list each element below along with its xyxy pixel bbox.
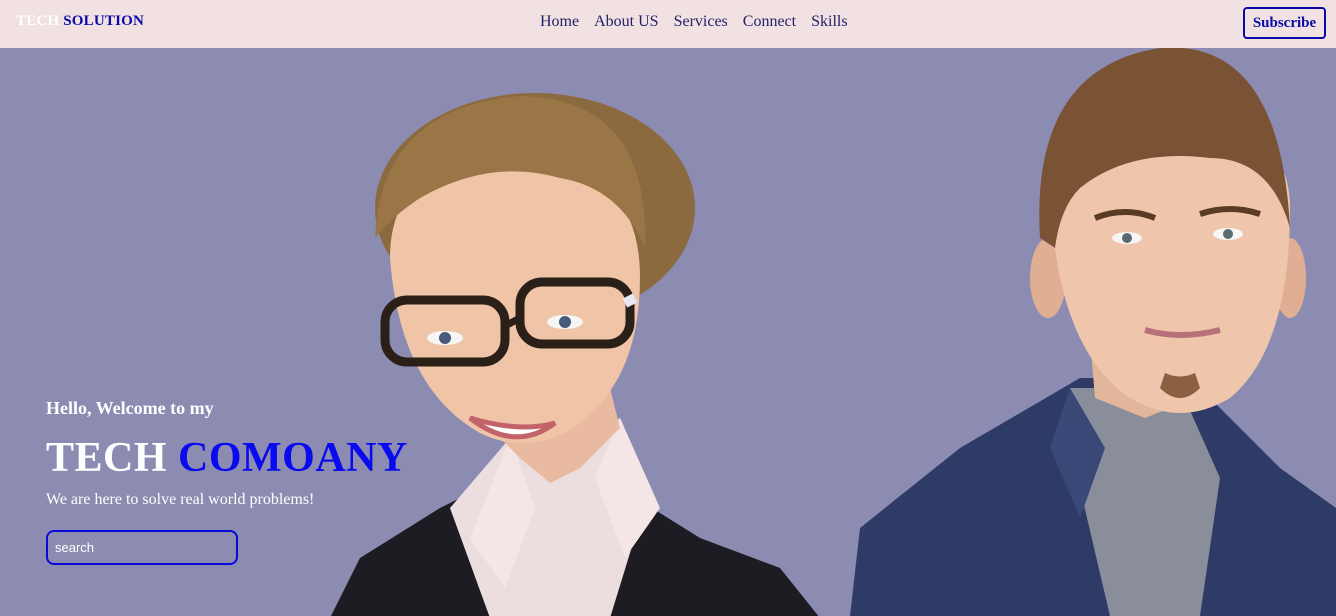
- man-photo: [850, 48, 1336, 616]
- brand-word-tech: TECH: [16, 13, 60, 29]
- hero-headline: TECH COMOANY: [46, 434, 408, 482]
- nav-link-home[interactable]: Home: [540, 13, 579, 31]
- hero-tagline: We are here to solve real world problems…: [46, 491, 315, 508]
- hero-greeting: Hello, Welcome to my: [46, 398, 214, 418]
- headline-word-company: COMOANY: [178, 435, 408, 481]
- woman-photo: [331, 93, 819, 616]
- nav-link-about[interactable]: About US: [594, 13, 658, 31]
- main-nav: Home About US Services Connect Skills: [540, 13, 848, 31]
- hero-section: Hello, Welcome to my TECH COMOANY We are…: [0, 48, 1336, 616]
- top-navbar: TECH SOLUTION Home About US Services Con…: [0, 0, 1336, 48]
- nav-link-connect[interactable]: Connect: [743, 13, 796, 31]
- brand-logo[interactable]: TECH SOLUTION: [16, 13, 144, 30]
- subscribe-button[interactable]: Subscribe: [1243, 7, 1326, 39]
- nav-link-skills[interactable]: Skills: [811, 13, 847, 31]
- brand-word-solution: SOLUTION: [63, 13, 145, 29]
- headline-word-tech: TECH: [46, 435, 168, 481]
- nav-link-services[interactable]: Services: [674, 13, 728, 31]
- search-input[interactable]: [46, 530, 238, 565]
